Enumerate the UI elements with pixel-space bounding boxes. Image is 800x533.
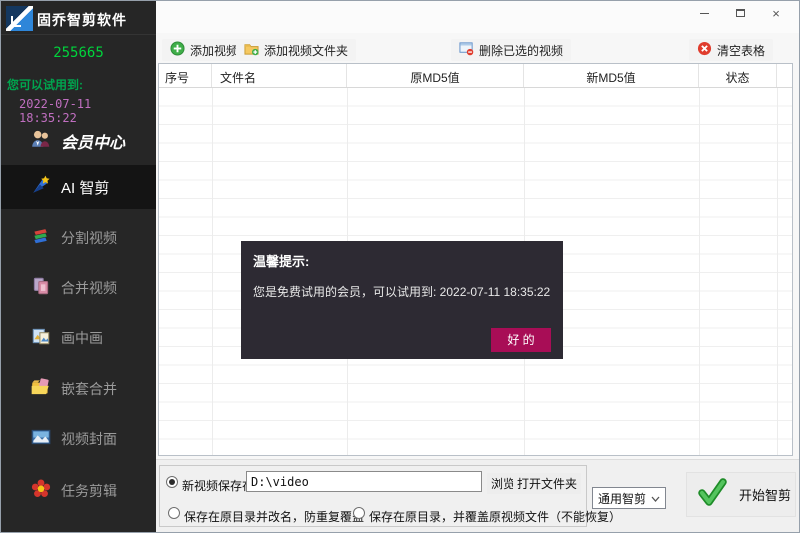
add-video-folder-button[interactable]: 添加视频文件夹	[236, 39, 356, 61]
dialog-title: 温馨提示:	[253, 251, 309, 270]
trial-label: 您可以试用到:	[7, 76, 83, 93]
sidebar-item-video-cover[interactable]: 视频封面	[1, 417, 156, 461]
clear-table-label: 清空表格	[717, 42, 765, 59]
sidebar-item-merge-video[interactable]: 合并视频	[1, 266, 156, 310]
sidebar-item-label: AI 智剪	[61, 177, 109, 198]
column-header-index[interactable]: 序号	[159, 64, 212, 87]
dialog-message: 您是免费试用的会员，可以试用到: 2022-07-11 18:35:22	[253, 283, 550, 300]
task-clip-icon	[30, 478, 52, 505]
column-header-original-md5[interactable]: 原MD5值	[347, 64, 524, 87]
overwrite-radio[interactable]	[353, 507, 365, 519]
overwrite-label: 保存在原目录，并覆盖原视频文件（不能恢复）	[369, 508, 621, 525]
add-video-icon	[170, 41, 185, 59]
column-header-filename[interactable]: 文件名	[212, 64, 347, 87]
nested-merge-icon	[30, 376, 52, 403]
members-icon	[30, 128, 52, 155]
sidebar-item-task-clip[interactable]: 任务剪辑	[1, 469, 156, 513]
divider	[1, 34, 156, 35]
sidebar-item-label: 会员中心	[61, 129, 125, 153]
delete-selected-label: 删除已选的视频	[479, 42, 563, 59]
add-video-label: 添加视频	[190, 42, 238, 59]
column-divider	[212, 88, 213, 455]
sidebar-item-label: 任务剪辑	[61, 481, 117, 501]
picture-in-picture-icon	[30, 325, 52, 352]
start-smartcut-label: 开始智剪	[739, 485, 791, 504]
column-header-new-md5[interactable]: 新MD5值	[524, 64, 699, 87]
column-divider	[777, 88, 778, 455]
video-cover-icon	[30, 426, 52, 453]
rename-in-place-radio[interactable]	[168, 507, 180, 519]
sidebar-item-ai-smartcut[interactable]: AI 智剪	[1, 165, 156, 209]
maximize-button[interactable]	[729, 3, 751, 23]
smartcut-mode-value: 通用智剪	[598, 490, 646, 507]
merge-video-icon	[30, 275, 52, 302]
maximize-icon	[736, 9, 745, 17]
sidebar-item-split-video[interactable]: 分割视频	[1, 216, 156, 260]
save-path-input[interactable]	[246, 471, 482, 492]
delete-video-icon	[459, 41, 474, 59]
user-id: 255665	[1, 45, 156, 61]
table-header: 序号 文件名 原MD5值 新MD5值 状态	[159, 64, 792, 88]
sidebar-item-member-center[interactable]: 会员中心	[1, 119, 156, 163]
save-to-folder-radio[interactable]	[166, 476, 178, 488]
app-logo-icon	[6, 6, 33, 31]
magic-wand-icon	[30, 174, 52, 201]
column-header-status[interactable]: 状态	[699, 64, 777, 87]
delete-selected-button[interactable]: 删除已选的视频	[451, 39, 571, 61]
sidebar-item-picture-in-picture[interactable]: 画中画	[1, 316, 156, 360]
add-folder-icon	[244, 41, 259, 59]
start-smartcut-button[interactable]: 开始智剪	[686, 472, 796, 517]
minimize-icon	[700, 13, 709, 14]
app-title: 固乔智剪软件	[37, 10, 127, 30]
dialog-ok-button[interactable]: 好 的	[491, 328, 551, 352]
clear-table-button[interactable]: 清空表格	[689, 39, 773, 61]
green-check-icon	[696, 476, 728, 513]
app-window: 固乔智剪软件 255665 您可以试用到: 2022-07-11 18:35:2…	[0, 0, 800, 533]
sidebar-item-label: 画中画	[61, 328, 103, 348]
sidebar-item-label: 分割视频	[61, 228, 117, 248]
sidebar-item-label: 嵌套合并	[61, 379, 117, 399]
trial-notice-dialog: 温馨提示: 您是免费试用的会员，可以试用到: 2022-07-11 18:35:…	[241, 241, 563, 359]
chevron-down-icon	[651, 491, 660, 505]
add-video-folder-label: 添加视频文件夹	[264, 42, 348, 59]
sidebar-item-label: 视频封面	[61, 429, 117, 449]
clear-table-icon	[697, 41, 712, 59]
sidebar-item-label: 合并视频	[61, 278, 117, 298]
titlebar: ×	[156, 1, 799, 33]
smartcut-mode-select[interactable]: 通用智剪	[592, 487, 666, 509]
footer-panel: 新视频保存在: 浏览 打开文件夹 保存在原目录并改名，防重复覆盖 保存在原目录，…	[156, 459, 799, 532]
rename-in-place-label: 保存在原目录并改名，防重复覆盖	[184, 508, 364, 525]
close-button[interactable]: ×	[765, 3, 787, 23]
sidebar-item-nested-merge[interactable]: 嵌套合并	[1, 367, 156, 411]
open-folder-button[interactable]: 打开文件夹	[513, 473, 581, 494]
minimize-button[interactable]	[693, 3, 715, 23]
close-icon: ×	[772, 6, 780, 21]
sidebar: 固乔智剪软件 255665 您可以试用到: 2022-07-11 18:35:2…	[1, 1, 156, 533]
split-video-icon	[30, 225, 52, 252]
column-divider	[699, 88, 700, 455]
add-video-button[interactable]: 添加视频	[162, 39, 246, 61]
